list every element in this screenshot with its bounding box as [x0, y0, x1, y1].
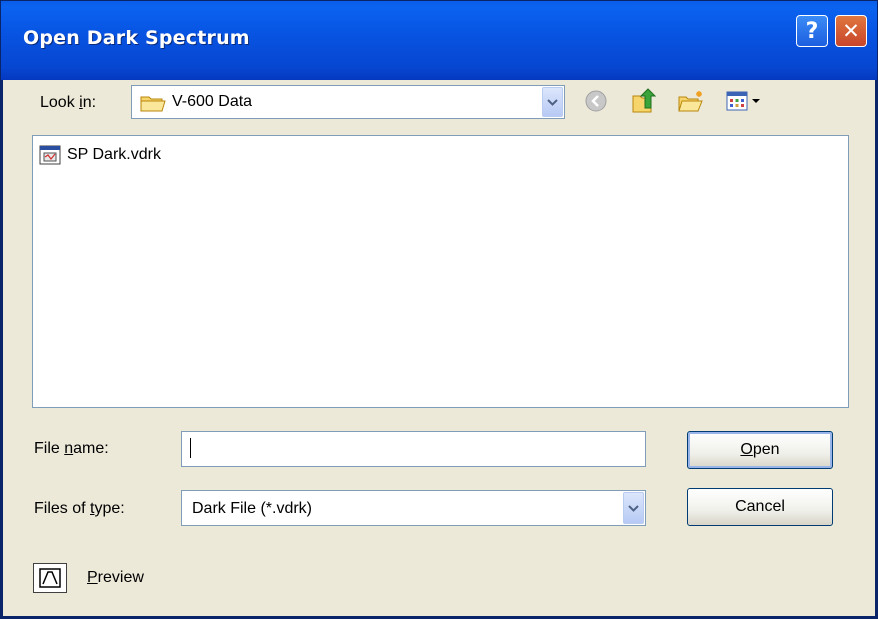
- file-type-dropdown-button[interactable]: [623, 492, 644, 524]
- open-button-label: Open: [740, 441, 780, 458]
- file-name-label: File name:: [34, 440, 109, 457]
- cancel-button-label: Cancel: [735, 498, 785, 515]
- up-folder-icon: [632, 88, 657, 113]
- back-icon: [585, 90, 607, 112]
- dialog-body: Look in: V-600 Data SP Dark.vdrk File na…: [3, 80, 875, 616]
- chevron-down-icon: [547, 98, 558, 106]
- look-in-dropdown-button[interactable]: [542, 87, 563, 117]
- dialog-title: Open Dark Spectrum: [23, 27, 250, 49]
- title-bar[interactable]: Open Dark Spectrum ? ✕: [1, 1, 877, 80]
- vdrk-file-icon: [39, 145, 61, 165]
- new-folder-icon: [678, 91, 703, 112]
- preview-icon: [39, 568, 61, 588]
- folder-icon: [140, 93, 166, 118]
- new-folder-button[interactable]: [678, 88, 704, 114]
- file-type-label: Files of type:: [34, 500, 125, 517]
- view-menu-icon: [726, 91, 760, 111]
- file-name-input[interactable]: [181, 431, 646, 467]
- file-type-value: Dark File (*.vdrk): [192, 500, 313, 517]
- open-button[interactable]: Open: [687, 431, 833, 469]
- back-button[interactable]: [583, 88, 609, 114]
- view-menu-button[interactable]: [725, 88, 765, 114]
- file-name-text: SP Dark.vdrk: [67, 146, 161, 163]
- file-list[interactable]: SP Dark.vdrk: [32, 135, 849, 408]
- help-button[interactable]: ?: [796, 15, 828, 47]
- file-item[interactable]: SP Dark.vdrk: [39, 144, 161, 166]
- cancel-button[interactable]: Cancel: [687, 488, 833, 526]
- help-icon: ?: [805, 18, 819, 44]
- close-icon: ✕: [842, 19, 860, 43]
- up-folder-button[interactable]: [631, 88, 657, 114]
- open-dialog-window: Open Dark Spectrum ? ✕ Look in: V-600 Da…: [0, 0, 878, 619]
- text-caret: [190, 438, 191, 458]
- look-in-combo[interactable]: V-600 Data: [131, 85, 565, 119]
- file-type-combo[interactable]: Dark File (*.vdrk): [181, 490, 646, 526]
- chevron-down-icon: [628, 504, 639, 512]
- look-in-label: Look in:: [40, 94, 97, 111]
- preview-toggle-button[interactable]: [33, 563, 67, 593]
- preview-label[interactable]: Preview: [87, 569, 144, 587]
- close-button[interactable]: ✕: [835, 15, 867, 47]
- look-in-value: V-600 Data: [172, 93, 253, 110]
